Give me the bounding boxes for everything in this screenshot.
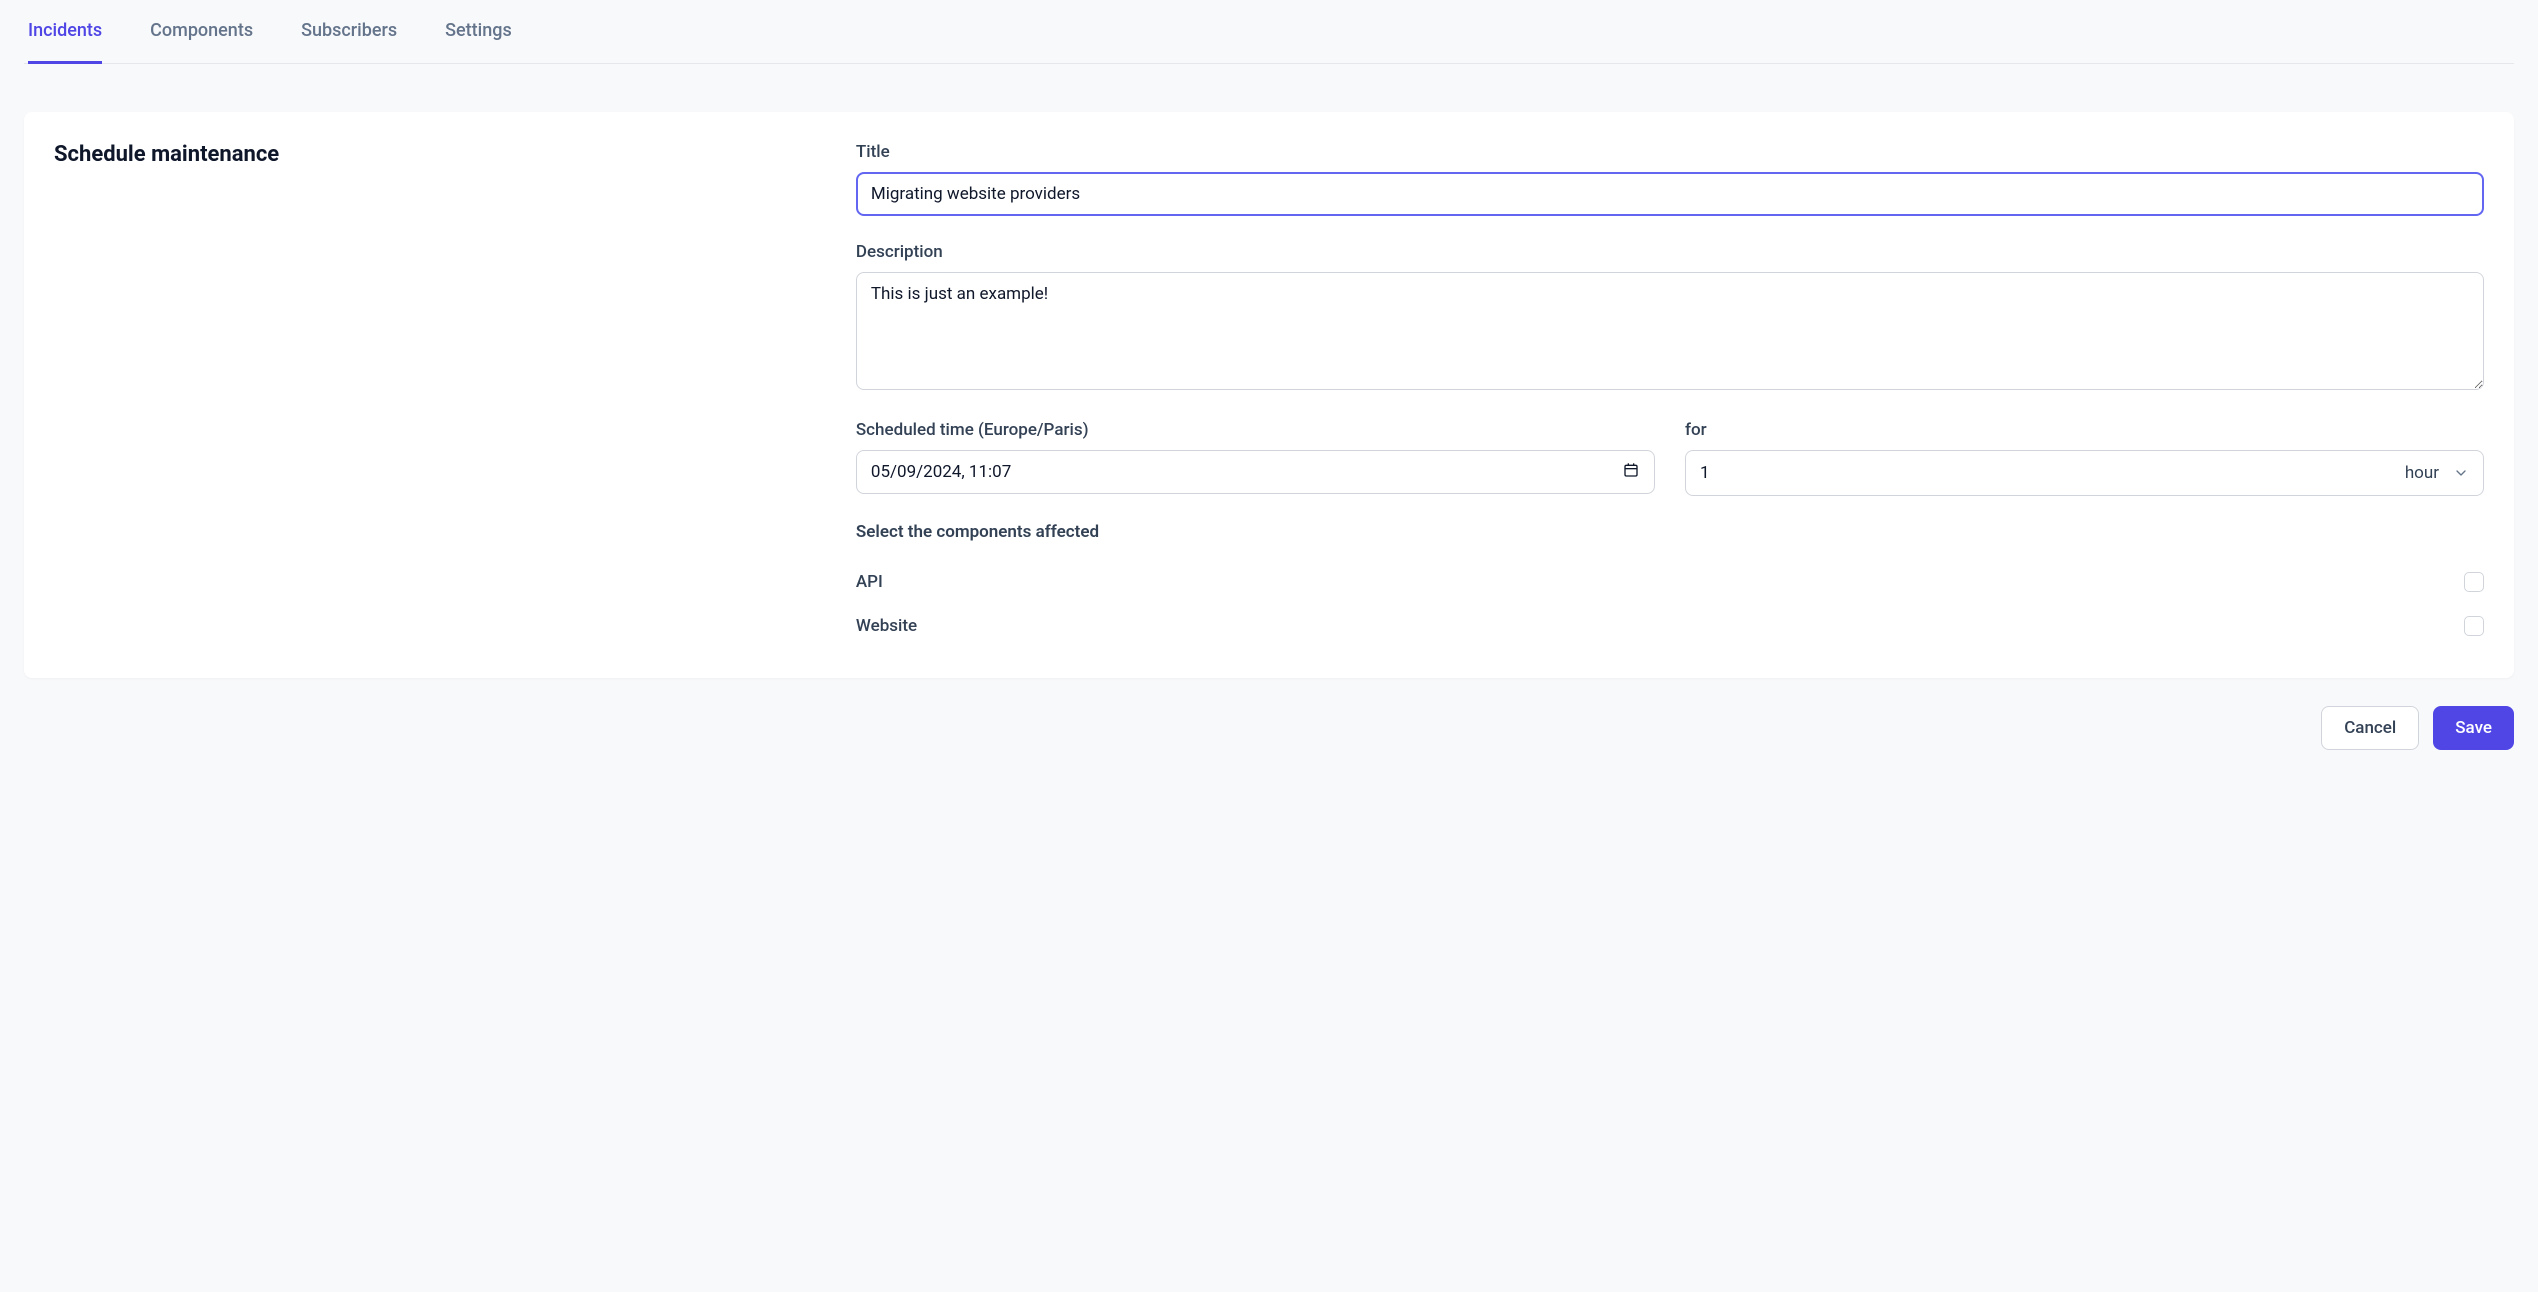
scheduled-time-label: Scheduled time (Europe/Paris) bbox=[856, 420, 1655, 440]
component-name-api: API bbox=[856, 572, 883, 592]
title-input[interactable] bbox=[856, 172, 2484, 216]
description-textarea[interactable]: This is just an example! bbox=[856, 272, 2484, 390]
component-checkbox-website[interactable] bbox=[2464, 616, 2484, 636]
components-section-label: Select the components affected bbox=[856, 522, 2484, 542]
scheduled-time-input[interactable] bbox=[856, 450, 1655, 494]
action-row: Cancel Save bbox=[24, 706, 2514, 750]
title-label: Title bbox=[856, 142, 2484, 162]
tab-settings[interactable]: Settings bbox=[445, 0, 512, 64]
duration-value-input[interactable] bbox=[1700, 463, 2405, 483]
schedule-maintenance-card: Schedule maintenance Title Description T… bbox=[24, 112, 2514, 678]
tab-incidents[interactable]: Incidents bbox=[28, 0, 102, 64]
component-row: Website bbox=[856, 604, 2484, 648]
for-label: for bbox=[1685, 420, 2484, 440]
tab-subscribers[interactable]: Subscribers bbox=[301, 0, 397, 64]
cancel-button[interactable]: Cancel bbox=[2321, 706, 2419, 750]
page-title: Schedule maintenance bbox=[54, 142, 856, 167]
duration-unit: hour bbox=[2405, 463, 2439, 483]
component-name-website: Website bbox=[856, 616, 917, 636]
chevron-down-icon bbox=[2453, 465, 2469, 481]
description-label: Description bbox=[856, 242, 2484, 262]
duration-select[interactable]: hour bbox=[1685, 450, 2484, 496]
component-row: API bbox=[856, 560, 2484, 604]
save-button[interactable]: Save bbox=[2433, 706, 2514, 750]
tab-components[interactable]: Components bbox=[150, 0, 253, 64]
tab-bar: Incidents Components Subscribers Setting… bbox=[24, 0, 2514, 64]
component-checkbox-api[interactable] bbox=[2464, 572, 2484, 592]
